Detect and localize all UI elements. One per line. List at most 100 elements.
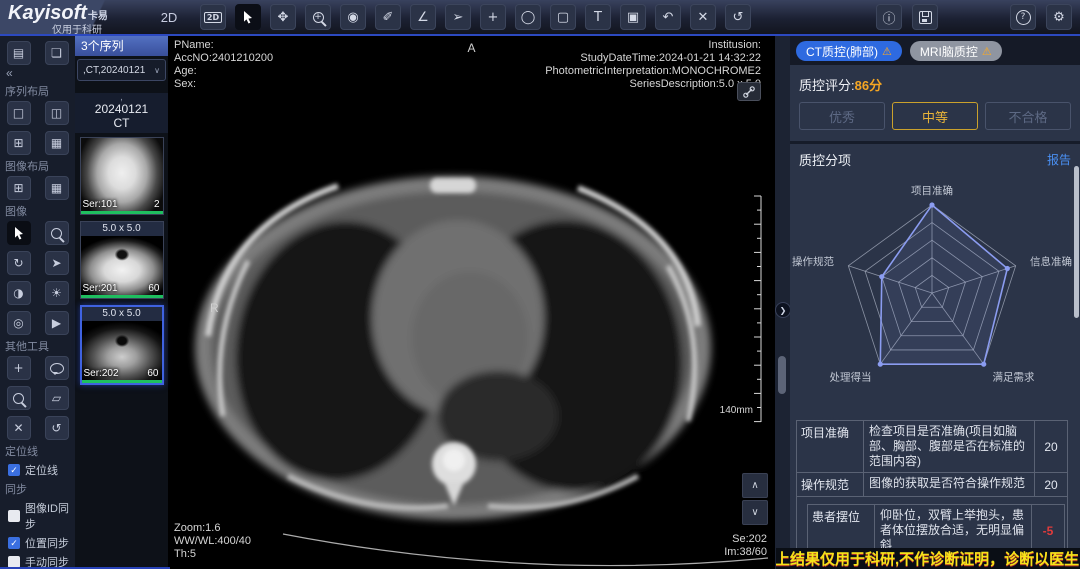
- mode-2d-label: 2D: [154, 10, 184, 25]
- study-date-line: 20240121: [75, 102, 168, 116]
- measure-angle-icon[interactable]: ∠: [410, 4, 436, 30]
- grade-excellent[interactable]: 优秀: [799, 102, 885, 130]
- cine-play-icon[interactable]: ➤: [45, 251, 69, 275]
- overlay-line: Institusion:: [545, 39, 761, 52]
- thumbnail-ser-201[interactable]: 5.0 x 5.0Ser:20160: [80, 221, 164, 299]
- svg-text:处理得当: 处理得当: [829, 370, 871, 383]
- layout-2x2-icon[interactable]: ⊞: [7, 131, 31, 155]
- thumbnail-progress-bar: [82, 380, 162, 383]
- image-layout-2x2-icon[interactable]: ⊞: [7, 176, 31, 200]
- target-icon[interactable]: ◎: [7, 311, 31, 335]
- help-icon[interactable]: ?: [1010, 4, 1036, 30]
- divider-scrollbar[interactable]: [778, 356, 786, 394]
- find-icon[interactable]: [7, 386, 31, 410]
- overlay-line: Se:202: [724, 533, 767, 546]
- study-dropdown-value: ,CT,20240121: [83, 65, 145, 76]
- zoom-in-icon[interactable]: +: [305, 4, 331, 30]
- link-series-button[interactable]: [737, 82, 761, 101]
- layout-3x3-icon[interactable]: ▦: [45, 131, 69, 155]
- layout-1x1-icon[interactable]: □: [7, 101, 31, 125]
- section-label: 图像布局: [5, 158, 70, 174]
- main-toolbar: 2D ✥ + ◉ ✐ ∠ ➢ + ◯ ▢ T ▣ ↶ ✕ ↺: [200, 4, 751, 30]
- crosshair-icon[interactable]: +: [7, 356, 31, 380]
- section-label: 其他工具: [5, 338, 70, 354]
- report-link[interactable]: 报告: [1047, 151, 1071, 168]
- settings-icon[interactable]: ⚙: [1046, 4, 1072, 30]
- checkbox-image-id-sync-box[interactable]: [8, 510, 20, 522]
- measure-length-icon[interactable]: ✐: [375, 4, 401, 30]
- thumbnail-progress-bar: [81, 211, 163, 214]
- reset-tools-icon[interactable]: ↺: [45, 416, 69, 440]
- qc-panel-scrollbar[interactable]: [1074, 166, 1079, 318]
- checkbox-position-sync[interactable]: ✓位置同步: [8, 535, 75, 551]
- text-annotate-icon[interactable]: T: [585, 4, 611, 30]
- image-layout-3x3-icon[interactable]: ▦: [45, 176, 69, 200]
- collapse-panel-button[interactable]: «: [6, 67, 69, 80]
- thumbnail-ser-202[interactable]: 5.0 x 5.0Ser:20260: [80, 305, 164, 385]
- overlay-line: PName:: [174, 39, 273, 52]
- close-icon[interactable]: ✕: [7, 416, 31, 440]
- checkbox-image-id-sync[interactable]: 图像ID同步: [8, 500, 75, 532]
- comment-icon[interactable]: [45, 356, 69, 380]
- rect-roi-icon[interactable]: ▢: [550, 4, 576, 30]
- qc-score: 质控评分:86分: [790, 65, 1080, 102]
- thumbnail-image-count: 2: [154, 199, 160, 210]
- ellipse-roi-icon[interactable]: ◯: [515, 4, 541, 30]
- overlay-series-index: Se:202Im:38/60: [724, 533, 767, 559]
- save-icon[interactable]: [912, 4, 938, 30]
- export-layout-icon[interactable]: ❏: [45, 41, 69, 65]
- layout-1x2-icon[interactable]: ◫: [45, 101, 69, 125]
- disclaimer-marquee: 以上结果仅用于科研,不作诊断证明，诊断以医生出具的诊断: [776, 548, 1080, 569]
- warning-icon: ⚠: [982, 45, 992, 58]
- left-tool-sidebar: ▤❏ « 序列布局□◫⊞▦图像布局⊞▦图像↻➤◑☀◎▶其他工具+▱✕↺ 定位线✓…: [0, 36, 75, 569]
- scroll-up-button[interactable]: ∧: [742, 473, 768, 498]
- checkbox-localizer-line-box[interactable]: ✓: [8, 464, 20, 476]
- probe-icon[interactable]: ◉: [340, 4, 366, 30]
- grade-fail[interactable]: 不合格: [985, 102, 1071, 130]
- tab-mri-qc[interactable]: MRI脑质控⚠: [910, 41, 1002, 61]
- overlay-line: AccNO:2401210200: [174, 52, 273, 65]
- checkbox-position-sync-box[interactable]: ✓: [8, 537, 20, 549]
- svg-text:信息准确: 信息准确: [1030, 255, 1072, 268]
- section-label: 序列布局: [5, 83, 70, 99]
- grade-medium[interactable]: 中等: [892, 102, 978, 130]
- thumbnail-series-number: Ser:201: [83, 283, 118, 294]
- cross-annotate-icon[interactable]: +: [480, 4, 506, 30]
- section-label: 图像: [5, 203, 70, 219]
- table-row: 项目准确检查项目是否准确(项目如脑部、胸部、腹部是否在标准的范围内容)20: [797, 421, 1067, 473]
- pan-icon[interactable]: ✥: [270, 4, 296, 30]
- image-viewport[interactable]: PName:AccNO:2401210200Age:Sex: Institusi…: [168, 36, 775, 569]
- ct-image: [168, 36, 775, 569]
- svg-text:操作规范: 操作规范: [792, 255, 834, 268]
- play-icon[interactable]: ▶: [45, 311, 69, 335]
- expand-panel-button[interactable]: ❯: [775, 302, 791, 318]
- image-cursor-icon[interactable]: [7, 221, 31, 245]
- scale-ruler: [751, 194, 763, 424]
- eraser-icon[interactable]: ▱: [45, 386, 69, 410]
- window-preset-icon[interactable]: ▣: [620, 4, 646, 30]
- delete-annotation-icon[interactable]: ✕: [690, 4, 716, 30]
- qc-grade-buttons: 优秀中等不合格: [790, 102, 1080, 130]
- overlay-line: Im:38/60: [724, 546, 767, 559]
- thumbnail-ser-101[interactable]: Ser:1012: [80, 137, 164, 215]
- 2d-mpr-icon[interactable]: 2D: [200, 4, 226, 30]
- rotate-image-icon[interactable]: ↻: [7, 251, 31, 275]
- tab-ct-qc[interactable]: CT质控(肺部)⚠: [796, 41, 902, 61]
- checkbox-localizer-line[interactable]: ✓定位线: [8, 462, 75, 478]
- overlay-line: SeriesDescription:5.0 x 5.0: [545, 78, 761, 91]
- arrow-annotate-icon[interactable]: ➢: [445, 4, 471, 30]
- reset-icon[interactable]: ↺: [725, 4, 751, 30]
- overlay-line: PhotometricInterpretation:MONOCHROME2: [545, 65, 761, 78]
- brightness-icon[interactable]: ☀: [45, 281, 69, 305]
- contrast-icon[interactable]: ◑: [7, 281, 31, 305]
- study-dropdown[interactable]: ,CT,20240121 ∨: [77, 59, 166, 81]
- right-toolbar: ⓘ? ⚙: [876, 4, 1072, 30]
- undo-icon[interactable]: ↶: [655, 4, 681, 30]
- panel-divider: ❯: [775, 36, 790, 569]
- thumbnail-series-number: Ser:202: [84, 368, 119, 379]
- scroll-down-button[interactable]: ∨: [742, 500, 768, 525]
- cursor-icon[interactable]: [235, 4, 261, 30]
- series-list-icon[interactable]: ▤: [7, 41, 31, 65]
- magnify-icon[interactable]: [45, 221, 69, 245]
- info-icon[interactable]: ⓘ: [876, 4, 902, 30]
